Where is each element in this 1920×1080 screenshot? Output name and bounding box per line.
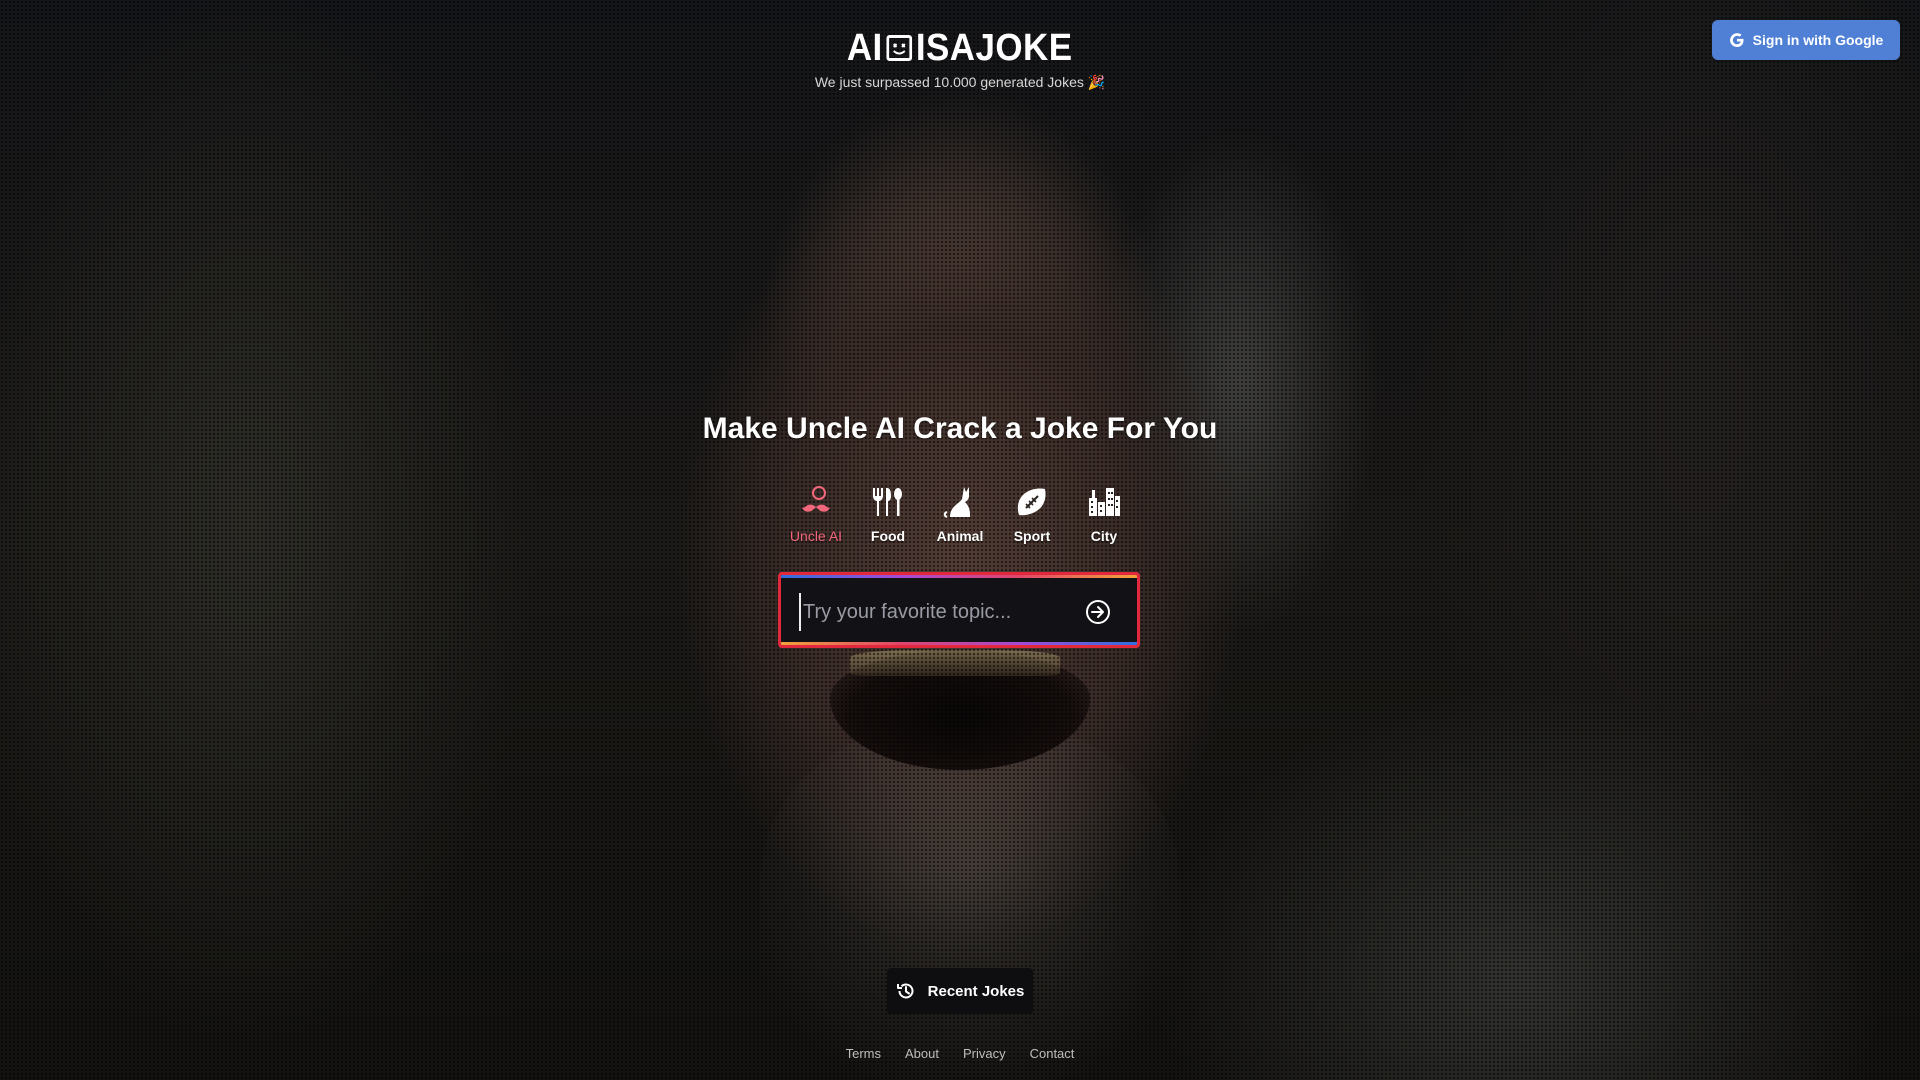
category-label: Animal: [936, 528, 984, 544]
category-animal[interactable]: Animal: [931, 484, 989, 544]
city-buildings-icon: [1086, 484, 1122, 520]
topic-input[interactable]: [799, 593, 1065, 631]
category-label: Sport: [1013, 528, 1051, 544]
tagline: We just surpassed 10.000 generated Jokes…: [814, 74, 1106, 90]
header: AI ISAJOKE We just surpassed 10.000 gene…: [0, 26, 1920, 91]
cat-icon: [942, 484, 978, 520]
footer-link-terms[interactable]: Terms: [846, 1046, 881, 1061]
footer-link-privacy[interactable]: Privacy: [963, 1046, 1006, 1061]
arrow-right-circle-icon[interactable]: [1085, 599, 1111, 625]
recent-jokes-button[interactable]: Recent Jokes: [887, 968, 1033, 1014]
footer-links: Terms About Privacy Contact: [0, 1046, 1920, 1061]
category-selector: Uncle AI Food Animal Sport City: [0, 484, 1920, 544]
category-city[interactable]: City: [1075, 484, 1133, 544]
recent-jokes-label: Recent Jokes: [927, 982, 1025, 1000]
sign-in-label: Sign in with Google: [1752, 32, 1884, 48]
logo-text-right: ISAJOKE: [916, 27, 1073, 69]
page-title: Make Uncle AI Crack a Joke For You: [702, 412, 1218, 445]
category-label: Food: [870, 528, 906, 544]
category-food[interactable]: Food: [859, 484, 917, 544]
category-uncle-ai[interactable]: Uncle AI: [787, 484, 845, 544]
history-icon: [896, 983, 914, 999]
category-sport[interactable]: Sport: [1003, 484, 1061, 544]
category-label: City: [1090, 528, 1118, 544]
site-logo[interactable]: AI ISAJOKE: [847, 26, 1073, 70]
sign-in-with-google-button[interactable]: Sign in with Google: [1712, 20, 1900, 60]
footer-link-about[interactable]: About: [905, 1046, 939, 1061]
page: AI ISAJOKE We just surpassed 10.000 gene…: [0, 0, 1920, 1080]
category-label: Uncle AI: [789, 528, 843, 544]
logo-face-icon: [886, 35, 913, 61]
google-icon: [1729, 33, 1744, 47]
cutlery-icon: [870, 484, 906, 520]
footer-link-contact[interactable]: Contact: [1030, 1046, 1075, 1061]
logo-text-left: AI: [847, 27, 884, 69]
topic-search-box: [778, 572, 1140, 648]
mustache-person-icon: [798, 484, 834, 520]
football-icon: [1014, 484, 1050, 520]
